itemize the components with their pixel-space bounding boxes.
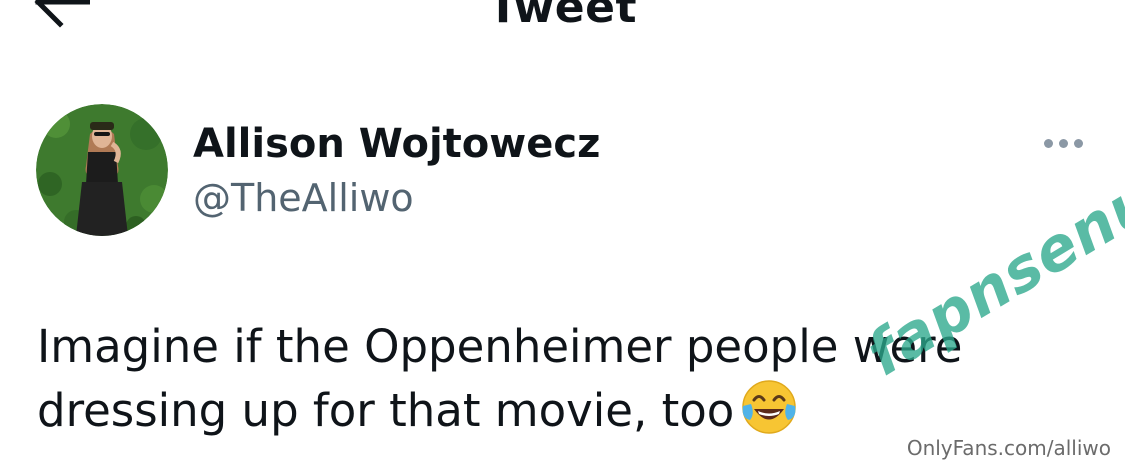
more-dot bbox=[1073, 138, 1083, 148]
source-credit: OnlyFans.com/alliwo bbox=[906, 436, 1111, 460]
avatar[interactable] bbox=[36, 104, 168, 236]
top-bar: Tweet bbox=[0, 0, 1125, 40]
more-dot bbox=[1058, 138, 1068, 148]
more-dot bbox=[1043, 138, 1053, 148]
face-with-tears-of-joy-icon bbox=[742, 380, 797, 434]
more-options-button[interactable] bbox=[1036, 126, 1090, 160]
author-handle[interactable]: @TheAlliwo bbox=[193, 176, 414, 220]
tweet-body: Imagine if the Oppenheimer people were d… bbox=[37, 320, 963, 437]
page-title: Tweet bbox=[487, 0, 638, 33]
author-name[interactable]: Allison Wojtowecz bbox=[193, 121, 600, 167]
